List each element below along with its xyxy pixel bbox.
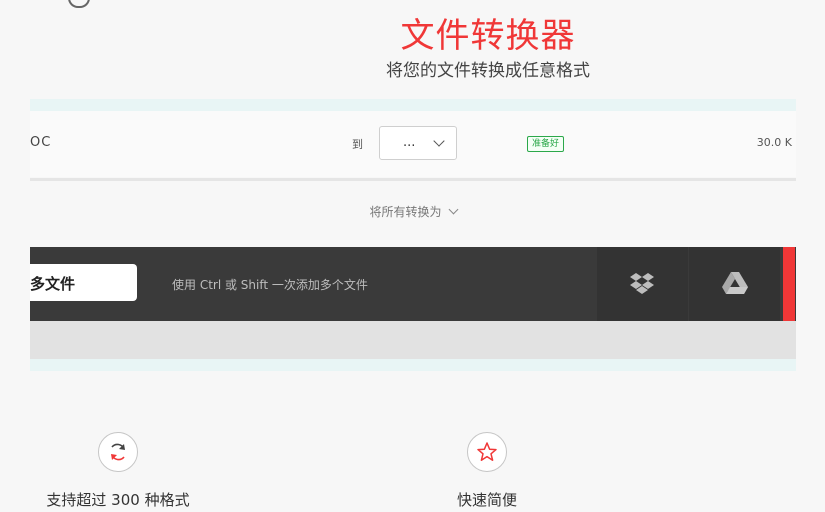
page-subtitle: 将您的文件转换成任意格式 — [386, 61, 590, 81]
convert-all-dropdown[interactable]: 将所有转换为 — [30, 203, 796, 220]
feature-icon-circle — [467, 432, 507, 472]
add-files-label: 多文件 — [30, 275, 76, 293]
multi-select-hint: 使用 Ctrl 或 Shift 一次添加多个文件 — [172, 278, 368, 292]
mouse-cursor-icon — [68, 0, 90, 8]
top-tint-band — [30, 99, 796, 111]
progress-band — [30, 321, 796, 359]
dropbox-button[interactable] — [597, 247, 688, 321]
convert-all-label: 将所有转换为 — [369, 205, 442, 219]
page-title: 文件转换器 — [400, 16, 576, 56]
google-drive-button[interactable] — [689, 247, 780, 321]
refresh-icon — [111, 443, 125, 461]
bottom-tint-band — [30, 359, 796, 371]
status-badge: 准备好 — [527, 136, 565, 152]
star-icon — [477, 442, 497, 461]
google-drive-icon — [722, 272, 748, 294]
feature-label: 快速简便 — [456, 491, 517, 509]
to-label: 到 — [352, 138, 363, 151]
file-size: 30.0 K — [756, 136, 792, 149]
page: 文件转换器 将您的文件转换成任意格式 OC 到 ... 准备好 30.0 K 将… — [0, 0, 825, 512]
format-select[interactable]: ... — [379, 126, 457, 160]
feature-label: 支持超过 300 种格式 — [46, 491, 190, 509]
file-extension: OC — [30, 135, 52, 150]
feature-icon-circle — [98, 432, 138, 472]
add-files-button[interactable]: 多文件 — [30, 264, 137, 301]
chevron-down-icon — [448, 204, 458, 215]
feature-formats: 支持超过 300 种格式 — [38, 432, 198, 510]
file-row: OC 到 ... 准备好 30.0 K — [30, 111, 796, 177]
row-divider — [30, 178, 796, 181]
upload-toolbar: 多文件 使用 Ctrl 或 Shift 一次添加多个文件 — [30, 247, 796, 321]
dropbox-icon — [630, 273, 654, 294]
feature-fast: 快速简便 — [407, 432, 567, 510]
format-select-value: ... — [403, 135, 416, 150]
chevron-down-icon — [433, 135, 445, 147]
red-accent-bar — [783, 247, 795, 321]
